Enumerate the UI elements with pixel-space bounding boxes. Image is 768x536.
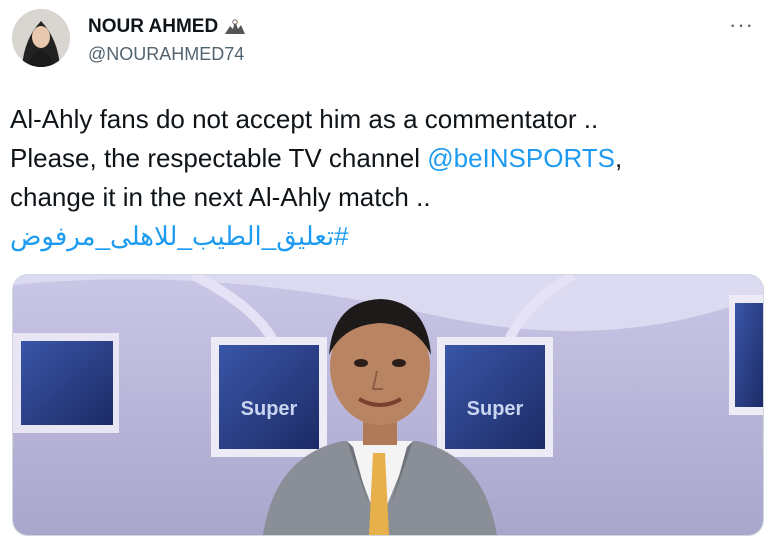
author-handle[interactable]: @NOURAHMED74 (88, 44, 244, 65)
author-name[interactable]: NOUR AHMED (88, 16, 218, 38)
tweet-line-2-suffix: , (615, 143, 623, 173)
screen-logo-right: Super (467, 398, 524, 420)
tweet-line-2-prefix: Please, the respectable TV channel (10, 143, 428, 173)
tweet-text: Al-Ahly fans do not accept him as a comm… (10, 100, 750, 256)
tweet-line-3: change it in the next Al-Ahly match .. (10, 182, 431, 212)
tweet-media[interactable]: Super Super (12, 274, 764, 536)
avatar[interactable] (12, 9, 70, 67)
media-image: Super Super (13, 275, 763, 535)
more-options-icon[interactable]: ··· (729, 14, 754, 36)
author-name-row[interactable]: NOUR AHMED (88, 16, 246, 38)
screen-logo-left: Super (241, 398, 298, 420)
hashtag-link[interactable]: #تعليق_الطيب_للاهلى_مرفوض (10, 221, 349, 251)
tweet-line-1: Al-Ahly fans do not accept him as a comm… (10, 104, 599, 134)
avatar-image (12, 9, 70, 67)
tweet-line-2: Please, the respectable TV channel @beIN… (10, 139, 750, 178)
eagle-icon (225, 19, 246, 34)
mention-link[interactable]: @beINSPORTS (427, 143, 615, 173)
